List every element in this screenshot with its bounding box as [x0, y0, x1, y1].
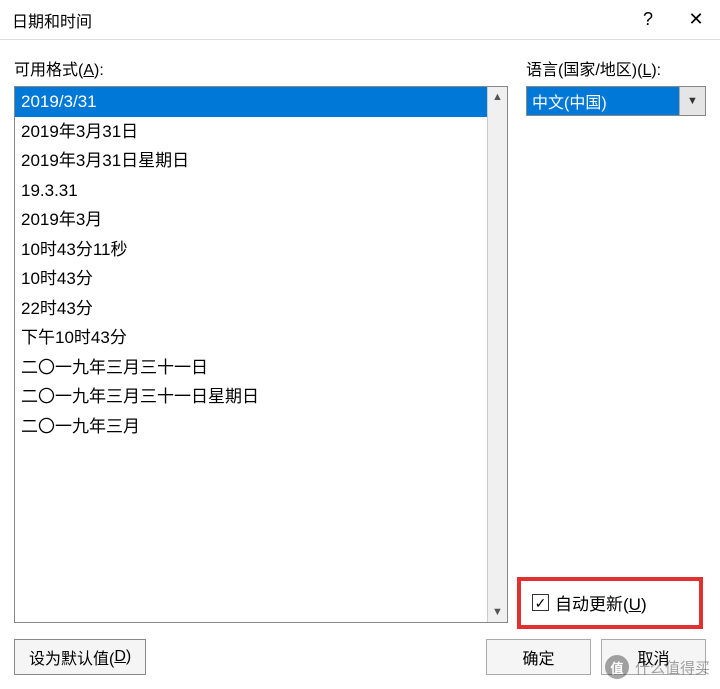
formats-label: 可用格式(A):	[14, 56, 508, 80]
list-item[interactable]: 10时43分11秒	[15, 235, 487, 265]
scroll-up-icon[interactable]: ▲	[488, 87, 507, 107]
list-item[interactable]: 2019年3月31日星期日	[15, 146, 487, 176]
list-item[interactable]: 二〇一九年三月三十一日	[15, 353, 487, 383]
close-button[interactable]: ✕	[672, 0, 720, 40]
chevron-down-icon[interactable]: ▼	[679, 87, 705, 115]
formats-listbox[interactable]: 2019/3/312019年3月31日2019年3月31日星期日19.3.312…	[15, 87, 487, 622]
listbox-scrollbar[interactable]: ▲ ▼	[487, 87, 507, 622]
list-item[interactable]: 2019年3月31日	[15, 117, 487, 147]
checkbox-icon: ✓	[532, 594, 549, 611]
list-item[interactable]: 22时43分	[15, 294, 487, 324]
language-value: 中文(中国)	[527, 87, 679, 115]
language-label: 语言(国家/地区)(L):	[526, 56, 706, 80]
formats-listbox-wrap: 2019/3/312019年3月31日2019年3月31日星期日19.3.312…	[14, 86, 508, 623]
list-item[interactable]: 10时43分	[15, 264, 487, 294]
scroll-down-icon[interactable]: ▼	[488, 602, 507, 622]
auto-update-label: 自动更新(U)	[555, 590, 647, 615]
language-combo[interactable]: 中文(中国) ▼	[526, 86, 706, 116]
titlebar: 日期和时间 ? ✕	[0, 0, 720, 40]
dialog-title: 日期和时间	[12, 8, 624, 32]
date-time-dialog: 日期和时间 ? ✕ 可用格式(A): 2019/3/312019年3月31日20…	[0, 0, 720, 689]
language-section: 语言(国家/地区)(L): 中文(中国) ▼ ✓ 自动更新(U)	[526, 56, 706, 623]
list-item[interactable]: 2019年3月	[15, 205, 487, 235]
cancel-button[interactable]: 取消	[601, 639, 706, 675]
auto-update-checkbox[interactable]: ✓ 自动更新(U)	[526, 582, 706, 623]
list-item[interactable]: 下午10时43分	[15, 323, 487, 353]
list-item[interactable]: 二〇一九年三月	[15, 412, 487, 442]
formats-section: 可用格式(A): 2019/3/312019年3月31日2019年3月31日星期…	[14, 56, 508, 623]
ok-button[interactable]: 确定	[486, 639, 591, 675]
button-row: 设为默认值(D) 确定 取消	[0, 631, 720, 689]
dialog-body: 可用格式(A): 2019/3/312019年3月31日2019年3月31日星期…	[0, 40, 720, 631]
scroll-track[interactable]	[488, 107, 507, 602]
list-item[interactable]: 2019/3/31	[15, 87, 487, 117]
set-default-button[interactable]: 设为默认值(D)	[14, 639, 146, 675]
help-button[interactable]: ?	[624, 0, 672, 40]
list-item[interactable]: 19.3.31	[15, 176, 487, 206]
list-item[interactable]: 二〇一九年三月三十一日星期日	[15, 382, 487, 412]
